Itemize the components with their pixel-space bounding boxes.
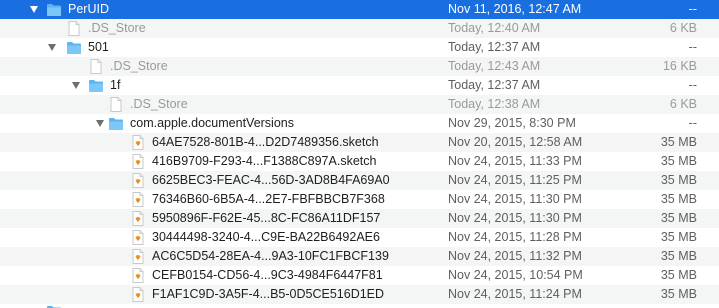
item-name: 1f — [110, 78, 121, 92]
item-size: -- — [688, 40, 697, 54]
item-name: com.apple.documentVersions — [130, 116, 294, 130]
item-date-modified: Nov 24, 2015, 11:32 PM — [448, 249, 582, 263]
list-row[interactable]: 30444498-3240-4...C9E-BA22B6492AE6 Nov 24… — [0, 228, 719, 247]
item-date-modified: Today, 12:40 AM — [448, 21, 541, 35]
item-size: -- — [688, 116, 697, 130]
list-row[interactable] — [0, 302, 719, 308]
item-name: .DS_Store — [88, 21, 146, 35]
item-size: 35 MB — [660, 230, 697, 244]
folder-icon — [88, 78, 104, 93]
list-row[interactable]: 64AE7528-801B-4...D2D7489356.sketch Nov 2… — [0, 133, 719, 152]
list-row[interactable]: .DS_Store Today, 12:43 AM 16 KB — [0, 57, 719, 76]
item-name: PerUID — [68, 2, 109, 16]
item-name: 64AE7528-801B-4...D2D7489356.sketch — [152, 135, 379, 149]
sketch-document-icon — [130, 230, 146, 245]
item-date-modified: Nov 24, 2015, 11:33 PM — [448, 154, 582, 168]
item-name: 501 — [88, 40, 109, 54]
list-row[interactable]: 76346B60-6B5A-4...2E7-FBFBBCB7F368 Nov 24… — [0, 190, 719, 209]
item-date-modified: Nov 24, 2015, 11:28 PM — [448, 230, 582, 244]
item-date-modified: Nov 11, 2016, 12:47 AM — [448, 2, 582, 16]
sketch-document-icon — [130, 173, 146, 188]
item-size: -- — [688, 2, 697, 16]
item-name: 30444498-3240-4...C9E-BA22B6492AE6 — [152, 230, 380, 244]
sketch-document-icon — [130, 287, 146, 302]
document-icon — [66, 21, 82, 36]
sketch-document-icon — [130, 268, 146, 283]
item-size: 35 MB — [660, 173, 697, 187]
item-date-modified: Today, 12:38 AM — [448, 97, 541, 111]
item-name: CEFB0154-CD56-4...9C3-4984F6447F81 — [152, 268, 383, 282]
item-size: 35 MB — [660, 211, 697, 225]
item-date-modified: Nov 24, 2015, 10:54 PM — [448, 268, 583, 282]
disclosure-triangle-icon[interactable] — [94, 114, 106, 133]
item-date-modified: Nov 24, 2015, 11:30 PM — [448, 192, 582, 206]
sketch-document-icon — [130, 249, 146, 264]
item-name: 76346B60-6B5A-4...2E7-FBFBBCB7F368 — [152, 192, 385, 206]
item-name: AC6C5D54-28EA-4...9A3-10FC1FBCF139 — [152, 249, 389, 263]
item-name: 6625BEC3-FEAC-4...56D-3AD8B4FA69A0 — [152, 173, 390, 187]
item-date-modified: Today, 12:37 AM — [448, 40, 541, 54]
sketch-document-icon — [130, 154, 146, 169]
document-icon — [88, 59, 104, 74]
list-row[interactable]: .DS_Store Today, 12:40 AM 6 KB — [0, 19, 719, 38]
item-size: 35 MB — [660, 135, 697, 149]
item-date-modified: Nov 29, 2015, 8:30 PM — [448, 116, 576, 130]
item-size: 6 KB — [669, 21, 697, 35]
item-date-modified: Nov 20, 2015, 12:58 AM — [448, 135, 583, 149]
list-row[interactable]: 416B9709-F293-4...F1388C897A.sketch Nov 2… — [0, 152, 719, 171]
disclosure-triangle-icon[interactable] — [28, 0, 40, 19]
item-name: 5950896F-F62E-45...8C-FC86A11DF157 — [152, 211, 381, 225]
list-row[interactable]: CEFB0154-CD56-4...9C3-4984F6447F81 Nov 24… — [0, 266, 719, 285]
item-name: .DS_Store — [130, 97, 188, 111]
list-row[interactable]: 1f Today, 12:37 AM -- — [0, 76, 719, 95]
list-row[interactable]: AC6C5D54-28EA-4...9A3-10FC1FBCF139 Nov 24… — [0, 247, 719, 266]
list-row[interactable]: com.apple.documentVersions Nov 29, 2015, … — [0, 114, 719, 133]
disclosure-triangle-icon[interactable] — [70, 76, 82, 95]
folder-icon — [108, 116, 124, 131]
item-size: 6 KB — [669, 97, 697, 111]
folder-icon — [46, 2, 62, 17]
folder-icon — [66, 40, 82, 55]
list-row[interactable]: .DS_Store Today, 12:38 AM 6 KB — [0, 95, 719, 114]
item-size: 35 MB — [660, 249, 697, 263]
file-list: PerUID Nov 11, 2016, 12:47 AM -- .DS_Store T… — [0, 0, 719, 308]
item-date-modified: Today, 12:43 AM — [448, 59, 541, 73]
list-row[interactable]: 5950896F-F62E-45...8C-FC86A11DF157 Nov 24… — [0, 209, 719, 228]
list-row[interactable]: 501 Today, 12:37 AM -- — [0, 38, 719, 57]
disclosure-triangle-icon[interactable] — [46, 38, 58, 57]
document-icon — [108, 97, 124, 112]
item-date-modified: Today, 12:37 AM — [448, 78, 541, 92]
item-date-modified: Nov 24, 2015, 11:30 PM — [448, 211, 582, 225]
item-size: 35 MB — [660, 192, 697, 206]
item-name: .DS_Store — [110, 59, 168, 73]
item-size: -- — [688, 78, 697, 92]
sketch-document-icon — [130, 192, 146, 207]
item-date-modified: Nov 24, 2015, 11:25 PM — [448, 173, 582, 187]
folder-icon — [46, 304, 62, 308]
item-name: 416B9709-F293-4...F1388C897A.sketch — [152, 154, 377, 168]
list-row[interactable]: 6625BEC3-FEAC-4...56D-3AD8B4FA69A0 Nov 24… — [0, 171, 719, 190]
item-size: 35 MB — [660, 268, 697, 282]
item-size: 16 KB — [662, 59, 697, 73]
list-row-selected[interactable]: PerUID Nov 11, 2016, 12:47 AM -- — [0, 0, 719, 19]
item-size: 35 MB — [660, 154, 697, 168]
sketch-document-icon — [130, 135, 146, 150]
sketch-document-icon — [130, 211, 146, 226]
